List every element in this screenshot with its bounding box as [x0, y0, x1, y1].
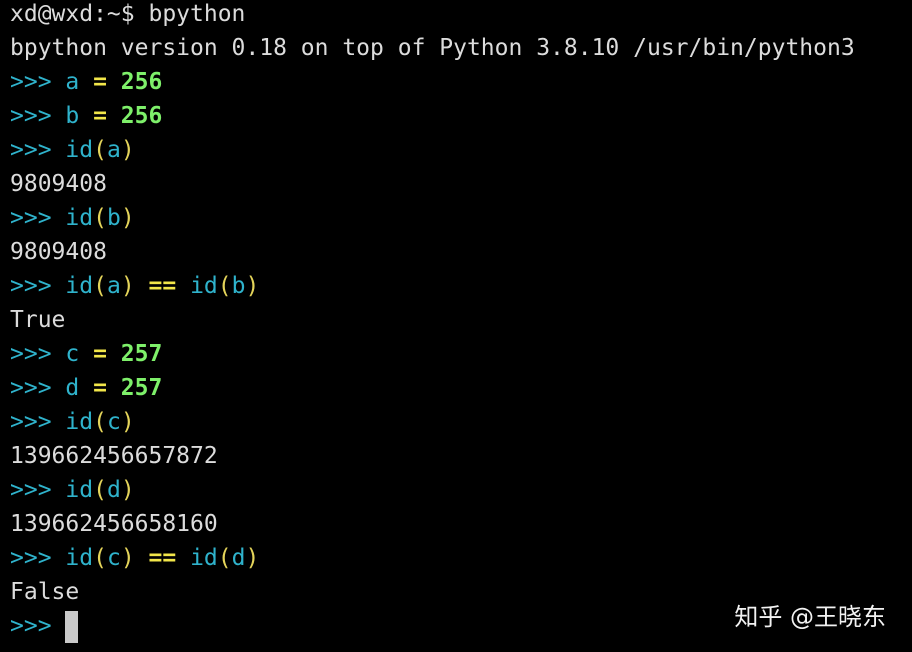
- repl-input-line: >>> c = 257: [10, 338, 905, 372]
- function-name: id: [190, 273, 218, 299]
- repl-prompt: >>>: [10, 613, 66, 639]
- repl-input-line: >>> id(c): [10, 406, 905, 440]
- variable-name: b: [65, 103, 80, 129]
- variable-name: d: [65, 375, 80, 401]
- repl-input-line: >>> id(d): [10, 474, 905, 508]
- repl-input-line: >>> id(a): [10, 134, 905, 168]
- equality-operator: ==: [134, 545, 191, 571]
- repl-output-line: True: [10, 304, 905, 338]
- argument: d: [231, 545, 246, 571]
- repl-input-line: >>> id(a) == id(b): [10, 270, 905, 304]
- shell-command: bpython: [134, 1, 246, 27]
- output-value: 139662456658160: [10, 511, 218, 537]
- open-paren: (: [93, 205, 107, 231]
- shell-prompt: xd@wxd:~$: [10, 1, 135, 27]
- close-paren: ): [120, 137, 135, 163]
- argument: d: [106, 477, 121, 503]
- open-paren: (: [93, 137, 107, 163]
- text-cursor[interactable]: [65, 611, 79, 643]
- output-value: False: [10, 579, 80, 605]
- open-paren: (: [217, 545, 232, 571]
- version-info: bpython version 0.18 on top of Python 3.…: [10, 32, 905, 66]
- repl-input-line: >>> id(c) == id(d): [10, 542, 905, 576]
- repl-output-line: 139662456658160: [10, 508, 905, 542]
- argument: a: [106, 273, 121, 299]
- terminal-window[interactable]: xd@wxd:~$ bpython bpython version 0.18 o…: [10, 0, 905, 652]
- output-value: 9809408: [10, 171, 107, 197]
- repl-prompt: >>>: [10, 69, 66, 95]
- variable-name: a: [65, 69, 80, 95]
- close-paren: ): [120, 205, 135, 231]
- close-paren: ): [120, 545, 135, 571]
- number-literal: 256: [120, 69, 163, 95]
- repl-prompt: >>>: [10, 477, 66, 503]
- function-name: id: [65, 137, 94, 163]
- assign-operator: =: [79, 69, 121, 95]
- assign-operator: =: [79, 103, 121, 129]
- open-paren: (: [93, 409, 107, 435]
- repl-output-line: 9809408: [10, 236, 905, 270]
- repl-prompt: >>>: [10, 545, 66, 571]
- assign-operator: =: [79, 341, 121, 367]
- argument: a: [106, 137, 121, 163]
- repl-input-line: >>> a = 256: [10, 66, 905, 100]
- close-paren: ): [245, 273, 260, 299]
- argument: c: [106, 409, 121, 435]
- repl-output-line: 139662456657872: [10, 440, 905, 474]
- repl-output-line: 9809408: [10, 168, 905, 202]
- open-paren: (: [217, 273, 232, 299]
- repl-prompt: >>>: [10, 341, 66, 367]
- repl-prompt: >>>: [10, 103, 66, 129]
- assign-operator: =: [79, 375, 121, 401]
- repl-prompt: >>>: [10, 375, 66, 401]
- repl-prompt: >>>: [10, 409, 66, 435]
- output-value: True: [10, 307, 66, 333]
- repl-input-line: >>> d = 257: [10, 372, 905, 406]
- repl-prompt: >>>: [10, 205, 66, 231]
- repl-prompt: >>>: [10, 137, 66, 163]
- close-paren: ): [245, 545, 260, 571]
- number-literal: 257: [120, 375, 163, 401]
- close-paren: ): [120, 409, 135, 435]
- variable-name: c: [65, 341, 80, 367]
- function-name: id: [190, 545, 218, 571]
- argument: b: [106, 205, 121, 231]
- function-name: id: [65, 545, 94, 571]
- output-value: 9809408: [10, 239, 107, 265]
- function-name: id: [65, 273, 94, 299]
- argument: c: [106, 545, 121, 571]
- close-paren: ): [120, 273, 135, 299]
- argument: b: [231, 273, 246, 299]
- number-literal: 256: [120, 103, 163, 129]
- output-value: 139662456657872: [10, 443, 218, 469]
- repl-input-line: >>> id(b): [10, 202, 905, 236]
- function-name: id: [65, 477, 94, 503]
- number-literal: 257: [120, 341, 163, 367]
- open-paren: (: [93, 545, 107, 571]
- repl-input-line: >>> b = 256: [10, 100, 905, 134]
- repl-prompt: >>>: [10, 273, 66, 299]
- open-paren: (: [93, 477, 107, 503]
- version-text: bpython version 0.18 on top of Python 3.…: [10, 35, 855, 61]
- shell-command-line: xd@wxd:~$ bpython: [10, 0, 905, 32]
- open-paren: (: [93, 273, 107, 299]
- function-name: id: [65, 205, 94, 231]
- equality-operator: ==: [134, 273, 191, 299]
- function-name: id: [65, 409, 94, 435]
- close-paren: ): [120, 477, 135, 503]
- watermark: 知乎 @王晓东: [734, 603, 886, 631]
